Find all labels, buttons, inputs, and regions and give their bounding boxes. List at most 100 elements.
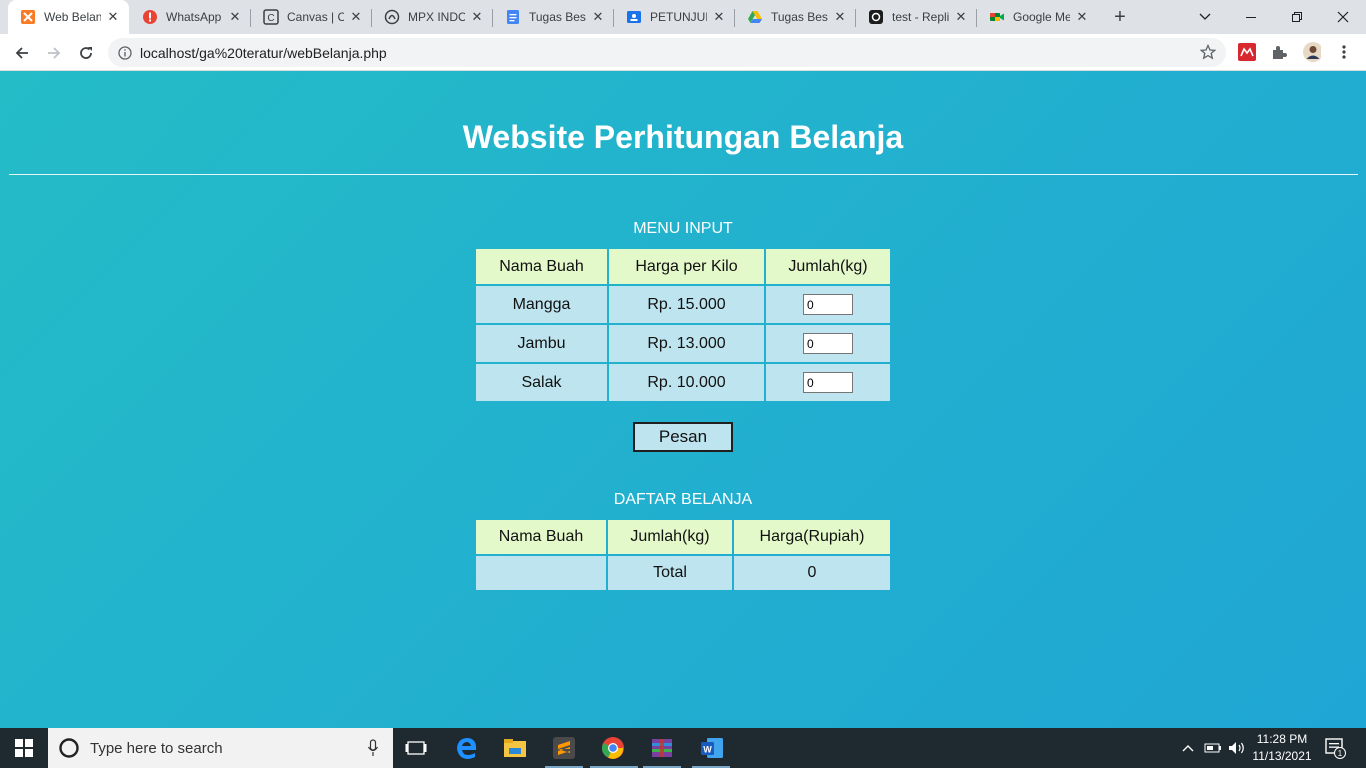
daftar-belanja-heading: DAFTAR BELANJA	[613, 491, 753, 508]
menu-input-heading: MENU INPUT	[633, 220, 733, 237]
info-icon[interactable]	[118, 45, 132, 60]
tab-title: Canvas | Course	[287, 10, 344, 24]
battery-network-icon[interactable]	[1200, 733, 1226, 763]
total-value: 0	[734, 556, 890, 590]
canvas-icon: C	[263, 9, 279, 25]
menu-input-table: Nama Buah Harga per Kilo Jumlah(kg) Mang…	[474, 247, 892, 403]
header-nama-buah: Nama Buah	[476, 520, 606, 554]
mendeley-extension-icon[interactable]	[1238, 43, 1256, 61]
browser-tab-strip: Web Belanja ✕ WhatsApp ✕ C Canvas | Cour…	[0, 0, 1366, 34]
page-content: Website Perhitungan Belanja MENU INPUT N…	[0, 71, 1366, 728]
file-explorer-icon[interactable]	[500, 733, 530, 763]
bookmark-star-icon[interactable]	[1199, 43, 1217, 65]
table-header-row: Nama Buah Jumlah(kg) Harga(Rupiah)	[476, 520, 890, 554]
tab-mpx[interactable]: MPX INDONESIA ✕	[372, 0, 493, 34]
tab-tugas-besar-drive[interactable]: Tugas Besar ✕	[735, 0, 856, 34]
tab-search-button[interactable]	[1182, 0, 1228, 34]
qty-cell	[766, 286, 890, 323]
qty-input-salak[interactable]	[803, 372, 853, 393]
close-icon[interactable]: ✕	[469, 9, 485, 25]
tab-title: test - Replit	[892, 10, 949, 24]
tab-title: MPX INDONESIA	[408, 10, 465, 24]
minimize-button[interactable]	[1228, 0, 1274, 34]
word-icon[interactable]: W	[697, 733, 727, 763]
tab-replit[interactable]: test - Replit ✕	[856, 0, 977, 34]
replit-icon	[868, 9, 884, 25]
fruit-name: Mangga	[476, 286, 607, 323]
tab-google-meet[interactable]: Google Meet ✕	[977, 0, 1098, 34]
tab-title: Web Belanja	[44, 10, 101, 24]
notification-center-icon[interactable]: 1	[1320, 733, 1350, 763]
qty-input-mangga[interactable]	[803, 294, 853, 315]
qty-cell	[766, 364, 890, 401]
new-tab-button[interactable]: +	[1108, 5, 1132, 29]
fruit-price: Rp. 10.000	[609, 364, 764, 401]
microphone-icon[interactable]	[367, 739, 379, 757]
tab-web-belanja[interactable]: Web Belanja ✕	[8, 0, 129, 34]
tab-title: Tugas Besar	[529, 10, 586, 24]
arrow-left-icon	[15, 47, 28, 59]
taskbar-search-box[interactable]: Type here to search	[48, 728, 393, 768]
notification-count: 1	[1338, 749, 1343, 758]
forward-button[interactable]	[40, 39, 68, 67]
close-icon[interactable]: ✕	[227, 9, 243, 25]
speaker-icon[interactable]	[1224, 733, 1250, 763]
close-icon[interactable]: ✕	[348, 9, 364, 25]
close-icon[interactable]: ✕	[105, 9, 121, 25]
google-docs-icon	[505, 9, 521, 25]
browser-toolbar: localhost/ga%20teratur/webBelanja.php	[0, 34, 1366, 71]
whatsapp-alert-icon	[142, 9, 158, 25]
tab-title: Tugas Besar	[771, 10, 828, 24]
task-view-icon[interactable]	[401, 733, 431, 763]
chrome-icon[interactable]	[598, 733, 628, 763]
windows-taskbar: Type here to search W 11:28 PM 11/13/202…	[0, 728, 1366, 768]
reload-button[interactable]	[72, 39, 100, 67]
close-icon[interactable]: ✕	[832, 9, 848, 25]
windows-start-icon[interactable]	[9, 733, 39, 763]
tab-tugas-besar-docs[interactable]: Tugas Besar ✕	[493, 0, 614, 34]
back-button[interactable]	[8, 39, 36, 67]
close-icon[interactable]: ✕	[1074, 9, 1090, 25]
reload-icon	[80, 47, 92, 59]
profile-avatar[interactable]	[1303, 42, 1321, 62]
extensions-puzzle-icon[interactable]	[1270, 43, 1288, 61]
address-bar[interactable]: localhost/ga%20teratur/webBelanja.php	[108, 38, 1226, 67]
google-classroom-icon	[626, 9, 642, 25]
pesan-button[interactable]: Pesan	[633, 422, 733, 452]
cortana-circle-icon	[59, 738, 79, 758]
header-harga-per-kilo: Harga per Kilo	[609, 249, 764, 284]
url-text[interactable]: localhost/ga%20teratur/webBelanja.php	[140, 45, 387, 61]
tab-whatsapp[interactable]: WhatsApp ✕	[130, 0, 251, 34]
qty-cell	[766, 325, 890, 362]
tab-title: WhatsApp	[166, 10, 222, 24]
header-nama-buah: Nama Buah	[476, 249, 607, 284]
close-icon[interactable]: ✕	[953, 9, 969, 25]
edge-icon[interactable]	[452, 733, 482, 763]
close-icon[interactable]: ✕	[711, 9, 727, 25]
tab-title: Google Meet	[1013, 10, 1070, 24]
chevron-up-icon[interactable]	[1175, 733, 1201, 763]
svg-text:W: W	[703, 745, 712, 755]
close-icon[interactable]: ✕	[590, 9, 606, 25]
tab-title: PETUNJUK	[650, 10, 707, 24]
page-title: Website Perhitungan Belanja	[462, 119, 904, 155]
tab-canvas[interactable]: C Canvas | Course ✕	[251, 0, 372, 34]
close-window-button[interactable]	[1320, 0, 1366, 34]
tab-petunjuk[interactable]: PETUNJUK ✕	[614, 0, 735, 34]
chevron-down-icon	[1199, 13, 1211, 20]
empty-cell	[476, 556, 606, 590]
qty-input-jambu[interactable]	[803, 333, 853, 354]
divider	[9, 174, 1358, 175]
taskbar-clock[interactable]: 11:28 PM 11/13/2021	[1248, 731, 1316, 765]
restore-button[interactable]	[1274, 0, 1320, 34]
restore-icon	[1292, 12, 1302, 22]
total-row: Total 0	[476, 556, 890, 590]
menu-kebab-icon[interactable]	[1335, 43, 1353, 61]
fruit-price: Rp. 13.000	[609, 325, 764, 362]
total-label: Total	[608, 556, 732, 590]
sublime-text-icon[interactable]	[549, 733, 579, 763]
table-row: Jambu Rp. 13.000	[476, 325, 890, 362]
fruit-price: Rp. 15.000	[609, 286, 764, 323]
table-row: Salak Rp. 10.000	[476, 364, 890, 401]
winrar-icon[interactable]	[647, 733, 677, 763]
